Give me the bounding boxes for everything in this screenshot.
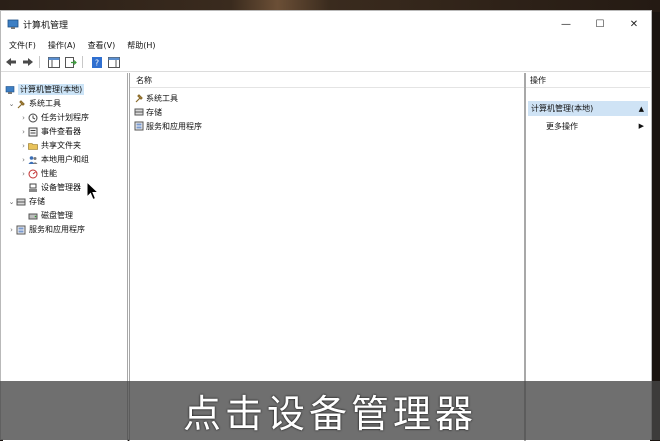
action-pane-icon: [108, 56, 120, 68]
performance-icon: [28, 169, 38, 178]
services-icon: [16, 225, 26, 234]
chevron-right-icon[interactable]: ›: [7, 226, 16, 234]
chevron-down-icon[interactable]: ⌄: [7, 198, 16, 206]
subtitle-text: 点击设备管理器: [182, 392, 477, 436]
list-item[interactable]: 系统工具: [134, 91, 178, 105]
export-list-button[interactable]: [64, 55, 78, 69]
chevron-down-icon[interactable]: ⌄: [7, 100, 16, 108]
tree-item-label: 设备管理器: [41, 183, 81, 192]
computer-management-window: 计算机管理 — ☐ ✕ 文件(F) 操作(A) 查看(V) 帮助(H) ? 计算…: [0, 10, 652, 441]
window-title: 计算机管理: [23, 20, 69, 31]
disk-icon: [28, 213, 38, 219]
column-header-name[interactable]: 名称: [130, 73, 524, 88]
event-viewer-icon: [28, 127, 38, 136]
chevron-right-icon[interactable]: ›: [19, 142, 28, 150]
actions-section-label: 计算机管理(本地): [531, 104, 594, 113]
list-item[interactable]: 存储: [134, 105, 162, 119]
arrow-right-icon: [23, 58, 33, 66]
console-tree-icon: [48, 56, 60, 68]
tools-icon: [135, 94, 143, 103]
tree-item-label: 本地用户和组: [41, 155, 89, 164]
toolbar-separator: [39, 56, 40, 68]
tree-item-storage[interactable]: ⌄ 存储: [7, 195, 45, 208]
tree-item-services-apps[interactable]: › 服务和应用程序: [7, 223, 85, 236]
menu-bar: 文件(F) 操作(A) 查看(V) 帮助(H): [1, 37, 651, 53]
chevron-right-icon[interactable]: ›: [19, 156, 28, 164]
tree-item-label: 共享文件夹: [41, 141, 81, 150]
storage-icon: [16, 198, 26, 205]
subtitle-band: 点击设备管理器: [0, 381, 660, 440]
svg-text:?: ?: [95, 58, 99, 67]
window-controls: — ☐ ✕: [549, 11, 651, 37]
mouse-cursor-icon: [86, 181, 100, 201]
device-manager-icon: [29, 183, 37, 192]
menu-file[interactable]: 文件(F): [9, 40, 36, 51]
shared-folder-icon: [28, 142, 38, 150]
tree-item-disk-management[interactable]: 磁盘管理: [19, 209, 73, 222]
menu-view[interactable]: 查看(V): [88, 40, 116, 51]
tree-item-label: 性能: [41, 169, 57, 178]
menu-action[interactable]: 操作(A): [48, 40, 76, 51]
tree-item-performance[interactable]: › 性能: [19, 167, 57, 180]
tree-item-system-tools[interactable]: ⌄ 系统工具: [7, 97, 61, 110]
tree-item-device-manager[interactable]: 设备管理器: [19, 181, 81, 194]
export-icon: [65, 56, 77, 68]
back-button[interactable]: [4, 55, 18, 69]
title-bar: 计算机管理 — ☐ ✕: [1, 11, 651, 37]
toolbar: ?: [1, 53, 651, 72]
computer-management-icon: [7, 19, 19, 29]
tree-item-label: 磁盘管理: [41, 211, 73, 220]
tree-item-label: 系统工具: [29, 99, 61, 108]
collapse-up-icon: ▲: [638, 104, 644, 113]
more-actions-item[interactable]: 更多操作 ▶: [546, 119, 648, 133]
list-item-label: 系统工具: [146, 93, 178, 103]
tree-item-label: 服务和应用程序: [29, 225, 85, 234]
help-button[interactable]: ?: [90, 55, 104, 69]
tree-item-event-viewer[interactable]: › 事件查看器: [19, 125, 81, 138]
chevron-right-icon[interactable]: ›: [19, 114, 28, 122]
tree-item-label: 存储: [29, 197, 45, 206]
chevron-right-icon: ▶: [638, 122, 644, 130]
tree-item-label: 计算机管理(本地): [18, 84, 85, 95]
tree-item-root[interactable]: 计算机管理(本地): [5, 83, 85, 96]
forward-button[interactable]: [21, 55, 35, 69]
services-icon: [134, 121, 144, 131]
show-action-pane-button[interactable]: [107, 55, 121, 69]
actions-header: 操作: [526, 73, 650, 88]
more-actions-label: 更多操作: [546, 121, 578, 131]
actions-header-label: 操作: [530, 75, 546, 85]
help-icon: ?: [92, 56, 102, 68]
actions-section-computer-management[interactable]: 计算机管理(本地) ▲: [528, 101, 648, 116]
tools-icon: [17, 99, 25, 108]
list-item-label: 服务和应用程序: [146, 121, 202, 131]
arrow-left-icon: [6, 58, 16, 66]
chevron-right-icon[interactable]: ›: [19, 128, 28, 136]
users-icon: [28, 155, 38, 164]
computer-management-icon: [5, 85, 15, 94]
storage-icon: [134, 108, 144, 116]
toolbar-separator: [82, 56, 83, 68]
tree-item-local-users[interactable]: › 本地用户和组: [19, 153, 89, 166]
list-item[interactable]: 服务和应用程序: [134, 119, 202, 133]
close-button[interactable]: ✕: [617, 11, 651, 37]
column-header-label: 名称: [136, 75, 152, 85]
clock-icon: [28, 113, 38, 122]
tree-item-label: 任务计划程序: [41, 113, 89, 122]
tree-item-label: 事件查看器: [41, 127, 81, 136]
menu-help[interactable]: 帮助(H): [127, 40, 155, 51]
maximize-button[interactable]: ☐: [583, 11, 617, 37]
tree-item-shared-folders[interactable]: › 共享文件夹: [19, 139, 81, 152]
show-console-tree-button[interactable]: [47, 55, 61, 69]
tree-item-task-scheduler[interactable]: › 任务计划程序: [19, 111, 89, 124]
list-item-label: 存储: [146, 107, 162, 117]
chevron-right-icon[interactable]: ›: [19, 170, 28, 178]
minimize-button[interactable]: —: [549, 11, 583, 37]
